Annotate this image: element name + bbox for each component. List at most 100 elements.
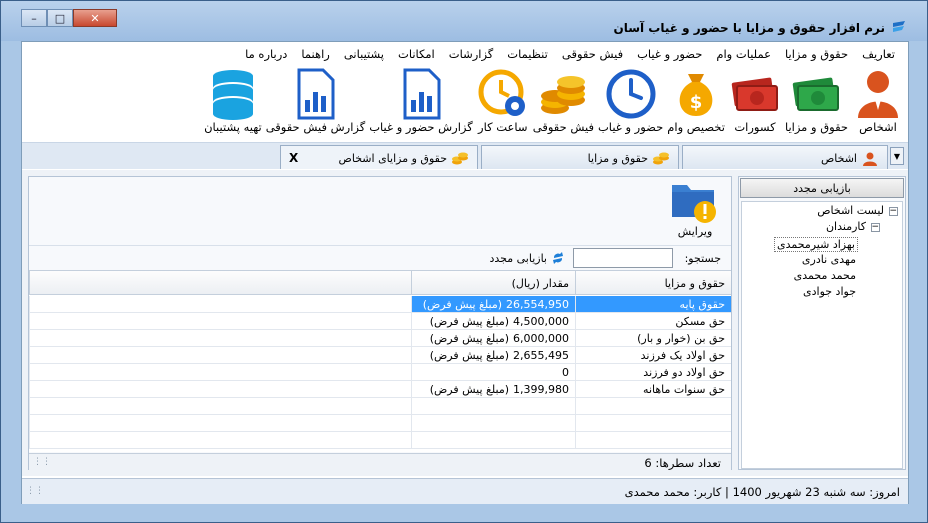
cell-amount: 26,554,950(مبلغ پیش فرض) xyxy=(411,296,575,313)
ribbon-button[interactable]: کسورات xyxy=(729,66,781,134)
ribbon-button-label: گزارش فیش حقوقی xyxy=(265,120,366,134)
refresh-grid-button[interactable]: بازیابی مجدد xyxy=(489,251,565,265)
ribbon-button-label: حقوق و مزایا xyxy=(784,120,848,134)
status-bar: امروز: سه شنبه 23 شهریور 1400 | کاربر: م… xyxy=(22,478,908,504)
cell-empty xyxy=(29,398,411,415)
person-small-icon xyxy=(863,152,877,166)
tree-group[interactable]: کارمندان xyxy=(826,220,866,233)
tab-persons[interactable]: اشخاص xyxy=(682,145,888,169)
menu-item[interactable]: تنظیمات xyxy=(500,44,555,66)
table-row[interactable]: حق مسکن 4,500,000(مبلغ پیش فرض) xyxy=(29,313,731,330)
tree-root[interactable]: لیست اشخاص xyxy=(817,204,884,217)
column-header-amount[interactable]: مقدار (ریال) xyxy=(411,271,575,295)
ribbon-button[interactable]: اشخاص xyxy=(852,66,904,134)
amount-value: 1,399,980 xyxy=(513,383,569,396)
cell-benefit: حق مسکن xyxy=(575,313,731,330)
amount-value: 0 xyxy=(562,366,569,379)
report-icon xyxy=(403,68,441,120)
menu-item[interactable]: عملیات وام xyxy=(709,44,778,66)
amount-note: (مبلغ پیش فرض) xyxy=(429,349,510,362)
resize-grip-icon: ⋮⋮ xyxy=(26,486,44,496)
cell-benefit: حق سنوات ماهانه xyxy=(575,381,731,398)
table-row[interactable] xyxy=(29,432,731,449)
cell-benefit xyxy=(575,415,731,432)
ribbon-button[interactable]: حضور و غیاب xyxy=(598,66,663,134)
ribbon-button-label: اشخاص xyxy=(859,120,897,134)
cell-empty xyxy=(29,347,411,364)
menu-item[interactable]: حضور و غیاب xyxy=(630,44,709,66)
amount-value: 4,500,000 xyxy=(513,315,569,328)
table-row[interactable] xyxy=(29,415,731,432)
report-icon xyxy=(297,68,335,120)
cell-benefit: حق بن (خوار و بار) xyxy=(575,330,731,347)
tab-dropdown-icon[interactable]: ▼ xyxy=(890,147,904,165)
person-icon xyxy=(858,71,898,118)
amount-note: (مبلغ پیش فرض) xyxy=(429,315,510,328)
ribbon-button[interactable]: فیش حقوقی xyxy=(533,66,594,134)
table-row[interactable] xyxy=(29,398,731,415)
ribbon-button[interactable]: ساعت کار xyxy=(477,66,529,134)
ribbon-button-label: کسورات xyxy=(734,120,776,134)
maximize-button[interactable]: □ xyxy=(47,9,73,27)
ribbon-button-label: ساعت کار xyxy=(478,120,528,134)
resize-grip-icon: ⋮⋮ xyxy=(33,457,51,467)
table-row[interactable]: حق اولاد یک فرزند 2,655,495(مبلغ پیش فرض) xyxy=(29,347,731,364)
amount-value: 6,000,000 xyxy=(513,332,569,345)
menu-item[interactable]: فیش حقوقی xyxy=(555,44,630,66)
row-count: تعداد سطرها: 6 xyxy=(644,456,721,470)
ribbon-button[interactable]: گزارش حضور و غیاب xyxy=(369,66,473,134)
ribbon-button[interactable]: حقوق و مزایا xyxy=(785,66,848,134)
table-row[interactable]: حق اولاد دو فرزند 0 xyxy=(29,364,731,381)
menu-item[interactable]: راهنما xyxy=(294,44,336,66)
tree-person-item[interactable]: بهزاد شیرمحمدی xyxy=(774,237,858,252)
coins-small-icon xyxy=(653,152,669,165)
tab-label: اشخاص xyxy=(820,152,857,165)
database-icon xyxy=(212,70,253,120)
ribbon-button[interactable]: گزارش فیش حقوقی xyxy=(265,66,366,134)
tree-person-item[interactable]: مهدی نادری xyxy=(802,253,856,266)
money-green-icon xyxy=(793,77,840,111)
menu-item[interactable]: امکانات xyxy=(391,44,442,66)
close-button[interactable]: ✕ xyxy=(73,9,117,27)
cell-benefit xyxy=(575,398,731,415)
menu-item[interactable]: حقوق و مزایا xyxy=(778,44,855,66)
tab-close-icon[interactable]: X xyxy=(289,151,298,165)
tab-label: حقوق و مزایا xyxy=(587,152,648,165)
content-area: بازیابی مجدد − لیست اشخاص − کارمندان بهز… xyxy=(22,170,908,476)
edit-label: ویرایش xyxy=(677,225,713,238)
title-bar: – □ ✕ نرم افزار حقوق و مزایا با حضور و غ… xyxy=(1,1,927,41)
collapse-icon[interactable]: − xyxy=(871,223,880,232)
cell-amount xyxy=(411,432,575,449)
table-row[interactable]: حق بن (خوار و بار) 6,000,000(مبلغ پیش فرض… xyxy=(29,330,731,347)
tree-person-item[interactable]: جواد جوادی xyxy=(803,285,856,298)
status-text: امروز: سه شنبه 23 شهریور 1400 | کاربر: م… xyxy=(624,485,900,499)
menu-item[interactable]: پشتیبانی xyxy=(337,44,391,66)
cell-amount: 2,655,495(مبلغ پیش فرض) xyxy=(411,347,575,364)
menu-item[interactable]: تعاریف xyxy=(855,44,902,66)
menu-item[interactable]: درباره ما xyxy=(238,44,294,66)
tab-salary-benefits[interactable]: حقوق و مزایا xyxy=(481,145,679,169)
svg-text:$: $ xyxy=(690,92,703,113)
search-input[interactable] xyxy=(573,248,673,268)
window-title: نرم افزار حقوق و مزایا با حضور و غیاب آس… xyxy=(613,21,885,35)
coins-icon xyxy=(541,76,586,114)
folder-warning-icon xyxy=(672,185,716,223)
collapse-icon[interactable]: − xyxy=(889,207,898,216)
cell-benefit xyxy=(575,432,731,449)
tab-person-salary[interactable]: حقوق و مزایای اشخاص X xyxy=(280,145,478,169)
column-header-benefit[interactable]: حقوق و مزایا xyxy=(575,271,731,295)
persons-tree: − لیست اشخاص − کارمندان بهزاد شیرمحمدی م… xyxy=(741,201,903,469)
refresh-persons-button[interactable]: بازیابی مجدد xyxy=(740,178,904,198)
table-row[interactable]: حق سنوات ماهانه 1,399,980(مبلغ پیش فرض) xyxy=(29,381,731,398)
tree-person-item[interactable]: محمد محمدی xyxy=(794,269,856,282)
edit-button[interactable]: ویرایش xyxy=(669,179,721,238)
menu-item[interactable]: گزارشات xyxy=(442,44,501,66)
ribbon-button[interactable]: تهیه پشتیبان xyxy=(204,66,262,134)
cell-amount: 4,500,000(مبلغ پیش فرض) xyxy=(411,313,575,330)
money-bag-icon: $ xyxy=(679,74,713,116)
client-area: تعاریف حقوق و مزایا عملیات وام حضور و غیاب ف… xyxy=(21,41,909,504)
table-row[interactable]: حقوق پایه 26,554,950(مبلغ پیش فرض) xyxy=(29,296,731,313)
ribbon-button[interactable]: $ تخصیص وام xyxy=(667,66,725,134)
refresh-icon xyxy=(553,252,563,264)
minimize-button[interactable]: – xyxy=(21,9,47,27)
